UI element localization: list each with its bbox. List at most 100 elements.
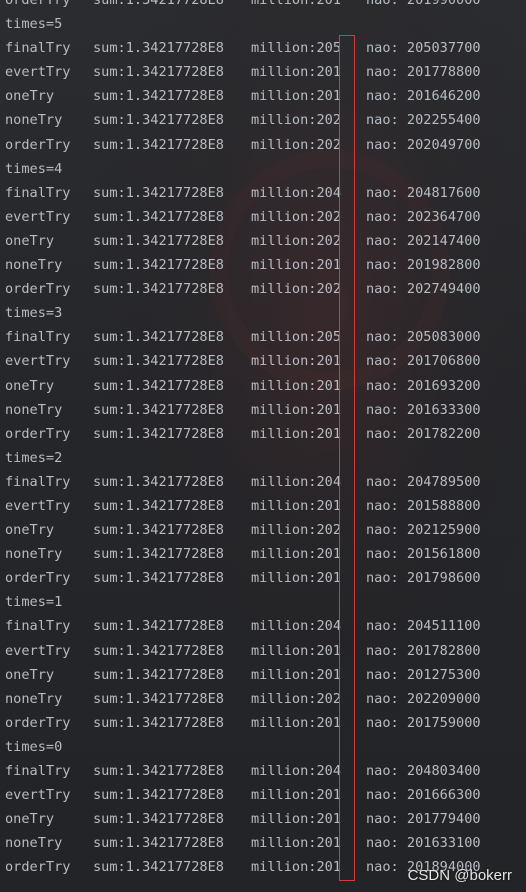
million-value: million:202 (251, 522, 342, 539)
sum-value: sum:1.34217728E8 (93, 353, 224, 370)
method-name: oneTry (5, 88, 55, 105)
method-name: noneTry (5, 835, 63, 852)
method-name: evertTry (5, 787, 71, 804)
nao-value: nao: 201778800 (366, 64, 481, 81)
million-value: million:201 (251, 642, 342, 659)
nao-value: nao: 202749400 (366, 281, 481, 298)
sum-value: sum:1.34217728E8 (93, 642, 224, 659)
sum-value: sum:1.34217728E8 (93, 232, 224, 249)
method-name: oneTry (5, 811, 55, 828)
method-name: noneTry (5, 257, 63, 274)
nao-value: nao: 204817600 (366, 184, 481, 201)
method-name: noneTry (5, 112, 63, 129)
nao-value: nao: 201666300 (366, 787, 481, 804)
nao-value: nao: 201706800 (366, 353, 481, 370)
nao-value: nao: 202209000 (366, 690, 481, 707)
nao-value: nao: 202147400 (366, 232, 481, 249)
sum-value: sum:1.34217728E8 (93, 546, 224, 563)
nao-value: nao: 202255400 (366, 112, 481, 129)
nao-value: nao: 201798600 (366, 570, 481, 587)
nao-value: nao: 201633300 (366, 401, 481, 418)
sum-value: sum:1.34217728E8 (93, 329, 224, 346)
sum-value: sum:1.34217728E8 (93, 40, 224, 57)
million-value: million:201 (251, 666, 342, 683)
nao-value: nao: 201782800 (366, 642, 481, 659)
console-output[interactable]: orderTry sum:1.34217728E8 million:201 nao: … (0, 0, 526, 892)
million-value: million:202 (251, 690, 342, 707)
million-value: million:201 (251, 714, 342, 731)
sum-value: sum:1.34217728E8 (93, 763, 224, 779)
method-name: finalTry (5, 184, 71, 201)
nao-value: nao: 204789500 (366, 473, 481, 490)
million-value: million:202 (251, 281, 342, 298)
million-value: million:204 (251, 763, 342, 779)
method-name: evertTry (5, 642, 71, 659)
times-label: times=3 (5, 305, 63, 322)
method-name: oneTry (5, 522, 55, 539)
method-name: orderTry (5, 281, 71, 298)
million-value: million:204 (251, 473, 342, 490)
sum-value: sum:1.34217728E8 (93, 184, 224, 201)
sum-value: sum:1.34217728E8 (93, 859, 224, 876)
method-name: evertTry (5, 64, 71, 81)
method-name: finalTry (5, 618, 71, 635)
sum-value: sum:1.34217728E8 (93, 0, 224, 8)
method-name: finalTry (5, 473, 71, 490)
sum-value: sum:1.34217728E8 (93, 473, 224, 490)
nao-value: nao: 202364700 (366, 208, 481, 225)
sum-value: sum:1.34217728E8 (93, 835, 224, 852)
method-name: orderTry (5, 136, 71, 153)
method-name: noneTry (5, 546, 63, 563)
million-value: million:201 (251, 811, 342, 828)
million-value: million:204 (251, 618, 342, 635)
million-value: million:202 (251, 232, 342, 249)
sum-value: sum:1.34217728E8 (93, 714, 224, 731)
million-value: million:205 (251, 329, 342, 346)
sum-value: sum:1.34217728E8 (93, 570, 224, 587)
million-value: million:201 (251, 425, 342, 442)
sum-value: sum:1.34217728E8 (93, 618, 224, 635)
million-value: million:201 (251, 353, 342, 370)
sum-value: sum:1.34217728E8 (93, 64, 224, 81)
nao-value: nao: 201633100 (366, 835, 481, 852)
nao-value: nao: 201782200 (366, 425, 481, 442)
sum-value: sum:1.34217728E8 (93, 281, 224, 298)
method-name: orderTry (5, 859, 71, 876)
million-value: million:201 (251, 546, 342, 563)
times-label: times=0 (5, 738, 63, 755)
times-label: times=1 (5, 594, 63, 611)
million-value: million:201 (251, 787, 342, 804)
method-name: noneTry (5, 690, 63, 707)
nao-value: nao: 201561800 (366, 546, 481, 563)
sum-value: sum:1.34217728E8 (93, 522, 224, 539)
method-name: oneTry (5, 232, 55, 249)
nao-value: nao: 205037700 (366, 40, 481, 57)
million-value: million:201 (251, 377, 342, 394)
sum-value: sum:1.34217728E8 (93, 497, 224, 514)
nao-value: nao: 204511100 (366, 618, 481, 635)
million-value: million:201 (251, 497, 342, 514)
million-value: million:201 (251, 64, 342, 81)
sum-value: sum:1.34217728E8 (93, 88, 224, 105)
method-name: orderTry (5, 0, 71, 8)
nao-value: nao: 201275300 (366, 666, 481, 683)
method-name: finalTry (5, 763, 71, 779)
times-label: times=5 (5, 16, 63, 33)
million-value: million:205 (251, 40, 342, 57)
method-name: evertTry (5, 497, 71, 514)
sum-value: sum:1.34217728E8 (93, 377, 224, 394)
million-value: million:202 (251, 136, 342, 153)
nao-value: nao: 204803400 (366, 763, 481, 779)
sum-value: sum:1.34217728E8 (93, 208, 224, 225)
sum-value: sum:1.34217728E8 (93, 666, 224, 683)
sum-value: sum:1.34217728E8 (93, 811, 224, 828)
times-label: times=4 (5, 160, 63, 177)
sum-value: sum:1.34217728E8 (93, 401, 224, 418)
times-label: times=2 (5, 449, 63, 466)
nao-value: nao: 202125900 (366, 522, 481, 539)
million-value: million:201 (251, 401, 342, 418)
method-name: evertTry (5, 208, 71, 225)
million-value: million:201 (251, 859, 342, 876)
method-name: oneTry (5, 377, 55, 394)
nao-value: nao: 201759000 (366, 714, 481, 731)
